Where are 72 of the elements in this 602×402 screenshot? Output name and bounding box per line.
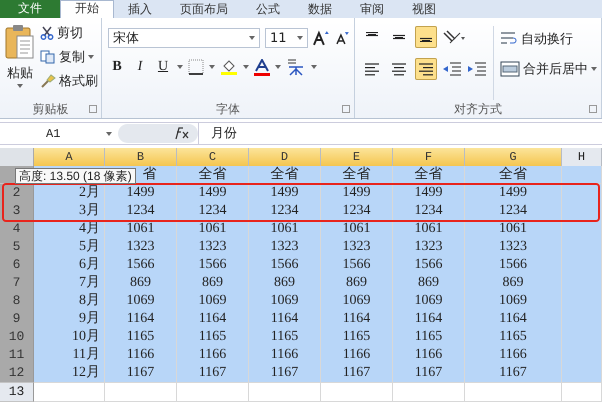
table-cell: 1069 (249, 292, 321, 311)
table-cell: 1164 (465, 310, 562, 329)
table-cell: 1234 (465, 202, 562, 221)
table-cell: 1069 (393, 292, 465, 311)
table-cell: 1167 (177, 364, 249, 383)
table-cell: 1234 (321, 202, 393, 221)
table-cell: 1069 (321, 292, 393, 311)
tooltip: 高度: 13.50 (18 像素) (15, 168, 136, 184)
table-cell: 7月 (34, 274, 105, 293)
table-cell: 1167 (105, 364, 177, 383)
table-cell: 1566 (465, 256, 562, 275)
table-cell: 全省 (465, 166, 562, 184)
table-cell: 11月 (34, 346, 105, 365)
table-cell: 1234 (177, 202, 249, 221)
table-cell: 全省 (249, 166, 321, 184)
table-cell: 1167 (249, 364, 321, 383)
table-cell: 1234 (105, 202, 177, 221)
table-cell: 1323 (249, 238, 321, 257)
table-cell: 869 (321, 274, 393, 293)
table-cell: 1566 (105, 256, 177, 275)
table-cell: 全省 (393, 166, 465, 184)
table-cell: 1323 (321, 238, 393, 257)
table-cell: 1165 (249, 328, 321, 347)
table-cell: 1166 (105, 346, 177, 365)
group-label: 字体 (216, 100, 240, 118)
table-cell: 1166 (465, 346, 562, 365)
table-cell: 1164 (105, 310, 177, 329)
table-cell: 1164 (249, 310, 321, 329)
table-cell: 1069 (465, 292, 562, 311)
table-cell: 1323 (465, 238, 562, 257)
table-cell: 1566 (177, 256, 249, 275)
table-cell: 3月 (34, 202, 105, 221)
table-cell: 10月 (34, 328, 105, 347)
table-cell: 1323 (393, 238, 465, 257)
table-cell: 869 (393, 274, 465, 293)
table-cell: 1323 (177, 238, 249, 257)
table-cell: 1166 (177, 346, 249, 365)
table-cell: 1164 (321, 310, 393, 329)
table-cell: 1566 (393, 256, 465, 275)
table-cell: 869 (465, 274, 562, 293)
table-cell: 1167 (465, 364, 562, 383)
table-cell: 1323 (105, 238, 177, 257)
group-label: 剪贴板 (32, 100, 68, 118)
table-cell: 1164 (393, 310, 465, 329)
table-cell: 6月 (34, 256, 105, 275)
table-cell: 全省 (177, 166, 249, 184)
table-cell: 1165 (465, 328, 562, 347)
table-cell: 1566 (321, 256, 393, 275)
table-cell: 1167 (393, 364, 465, 383)
table-cell: 9月 (34, 310, 105, 329)
table-cell: 1069 (177, 292, 249, 311)
table-cell: 1165 (105, 328, 177, 347)
table-cell: 1234 (249, 202, 321, 221)
table-cell: 全省 (321, 166, 393, 184)
table-cell: 5月 (34, 238, 105, 257)
table-cell: 12月 (34, 364, 105, 383)
table-cell: 1166 (249, 346, 321, 365)
table-cell: 1165 (393, 328, 465, 347)
table-cell: 869 (177, 274, 249, 293)
table-cell: 1166 (321, 346, 393, 365)
table-cell: 1165 (177, 328, 249, 347)
table-cell: 1167 (321, 364, 393, 383)
table-cell: 1164 (177, 310, 249, 329)
table-cell: 1566 (249, 256, 321, 275)
table-cell: 1166 (393, 346, 465, 365)
table-cell: 8月 (34, 292, 105, 311)
table-cell: 1234 (393, 202, 465, 221)
table-cell: 1069 (105, 292, 177, 311)
table-cell: 1165 (321, 328, 393, 347)
table-cell: 869 (105, 274, 177, 293)
table-cell: 869 (249, 274, 321, 293)
group-label: 对齐方式 (454, 100, 502, 118)
